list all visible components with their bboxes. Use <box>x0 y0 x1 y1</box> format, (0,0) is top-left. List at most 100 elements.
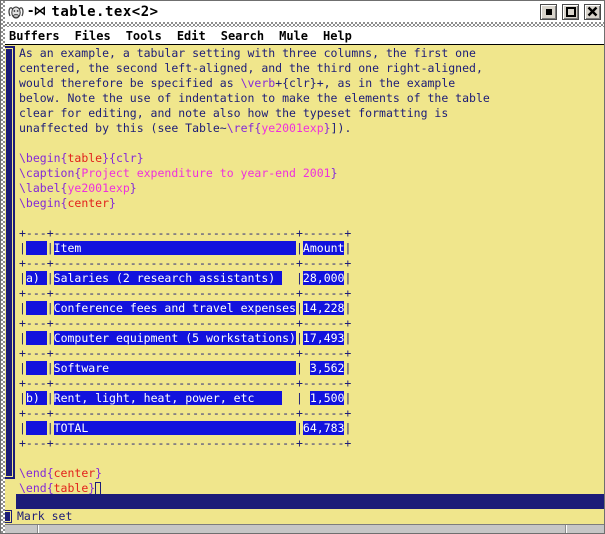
text-segment: | <box>19 331 26 345</box>
text-segment: would therefore be specified as <box>19 76 241 90</box>
minibuffer[interactable]: Mark set <box>1 509 604 524</box>
text-segment: } <box>88 481 95 494</box>
buffer-line: below. Note the use of indentation to ma… <box>19 91 604 106</box>
title-bar[interactable]: -⋈ table.tex<2> <box>1 1 604 22</box>
text-segment <box>26 421 47 435</box>
text-segment: | <box>47 301 54 315</box>
text-segment: Rent, light, heat, power, etc <box>54 391 282 405</box>
buffer-line: As an example, a tabular setting with th… <box>19 46 604 61</box>
text-segment: center <box>67 196 109 210</box>
buffer-line: |a) |Salaries (2 research assistants) |2… <box>19 271 604 286</box>
buffer-line: +---+-----------------------------------… <box>19 226 604 241</box>
buffer-line: | |Item |Amount| <box>19 241 604 256</box>
text-segment: } <box>109 196 116 210</box>
text-segment: 64,783 <box>303 421 345 435</box>
minimize-icon <box>546 9 552 15</box>
minimize-button[interactable] <box>540 4 557 20</box>
window-left-border <box>1 1 5 533</box>
minibuffer-message: Mark set <box>17 509 72 524</box>
text-segment: } <box>95 466 102 480</box>
text-segment: | <box>47 361 54 375</box>
text-segment: | <box>47 421 54 435</box>
text-segment: \end{ <box>19 481 54 494</box>
maximize-icon <box>566 7 576 17</box>
menu-item-help[interactable]: Help <box>323 29 352 43</box>
buffer-line: unaffected by this (see Table~\ref{ye200… <box>19 121 604 136</box>
menu-item-search[interactable]: Search <box>221 29 264 43</box>
buffer-line: centered, the second left-aligned, and t… <box>19 61 604 76</box>
text-segment: Salaries (2 research assistants) <box>54 271 282 285</box>
text-segment: | <box>344 421 351 435</box>
text-segment: centered, the second left-aligned, and t… <box>19 61 483 75</box>
close-button[interactable] <box>584 4 601 20</box>
menu-bar: Buffers Files Tools Edit Search Mule Help <box>1 27 604 45</box>
text-segment: table <box>67 151 102 165</box>
text-segment: +---+-----------------------------------… <box>19 286 351 300</box>
text-segment: +---+-----------------------------------… <box>19 406 351 420</box>
text-segment: +---+-----------------------------------… <box>19 436 351 450</box>
text-segment: } <box>130 181 137 195</box>
resize-handle-divider <box>37 525 39 533</box>
text-segment: below. Note the use of indentation to ma… <box>19 91 490 105</box>
text-segment: | <box>19 301 26 315</box>
menu-item-files[interactable]: Files <box>75 29 111 43</box>
text-segment: | <box>282 391 310 405</box>
text-segment: | <box>296 301 303 315</box>
window-bottom-border <box>1 524 604 533</box>
text-segment: | <box>47 241 54 255</box>
text-segment: | <box>47 271 54 285</box>
text-segment: | <box>19 271 26 285</box>
buffer-line: \end{table} <box>19 481 604 494</box>
buffer-text[interactable]: As an example, a tabular setting with th… <box>16 45 604 494</box>
text-segment: } <box>331 166 338 180</box>
text-segment: 28,000 <box>303 271 345 285</box>
buffer-line: +---+-----------------------------------… <box>19 286 604 301</box>
buffer-line <box>19 451 604 466</box>
text-segment: Amount <box>303 241 345 255</box>
buffer-line: | |Computer equipment (5 workstations)|1… <box>19 331 604 346</box>
buffer-line: \caption{Project expenditure to year-end… <box>19 166 604 181</box>
text-segment: Software <box>54 361 296 375</box>
buffer-line: \label{ye2001exp} <box>19 181 604 196</box>
buffer-line: | |Conference fees and travel expenses|1… <box>19 301 604 316</box>
text-segment: | <box>47 391 54 405</box>
buffer-line: +---+-----------------------------------… <box>19 406 604 421</box>
menu-item-mule[interactable]: Mule <box>279 29 308 43</box>
text-segment: +---+-----------------------------------… <box>19 226 351 240</box>
text-segment: | <box>344 361 351 375</box>
text-segment: | <box>282 271 303 285</box>
text-segment: TOTAL <box>54 421 296 435</box>
menu-item-tools[interactable]: Tools <box>126 29 162 43</box>
text-segment: 14,228 <box>303 301 345 315</box>
text-segment: +---+-----------------------------------… <box>19 256 351 270</box>
text-segment: \label{ <box>19 181 67 195</box>
mode-line: --:** table.tex<2> (Text Fill)--L30--All… <box>16 494 604 509</box>
close-icon <box>587 6 598 17</box>
text-segment <box>26 241 47 255</box>
text-segment: | <box>344 301 351 315</box>
text-segment: As an example, a tabular setting with th… <box>19 46 476 60</box>
buffer-line: +---+-----------------------------------… <box>19 436 604 451</box>
buffer-line: +---+-----------------------------------… <box>19 316 604 331</box>
buffer-line: \begin{center} <box>19 196 604 211</box>
text-segment: | <box>19 241 26 255</box>
text-segment: +{clr}+, as in the example <box>275 76 455 90</box>
buffer-line <box>19 136 604 151</box>
buffer-line: | |TOTAL |64,783| <box>19 421 604 436</box>
text-segment: Item <box>54 241 296 255</box>
text-segment: | <box>344 391 351 405</box>
resize-handle-divider <box>565 525 567 533</box>
text-segment: | <box>344 331 351 345</box>
text-segment: +---+-----------------------------------… <box>19 376 351 390</box>
text-segment: Computer equipment (5 workstations) <box>54 331 296 345</box>
text-segment: Conference fees and travel expenses <box>54 301 296 315</box>
menu-item-edit[interactable]: Edit <box>177 29 206 43</box>
maximize-button[interactable] <box>562 4 579 20</box>
text-segment: }{clr} <box>102 151 144 165</box>
window-title: table.tex<2> <box>51 4 158 20</box>
menu-item-buffers[interactable]: Buffers <box>9 29 60 43</box>
text-segment: | <box>19 391 26 405</box>
text-segment: 3,562 <box>310 361 345 375</box>
buffer-line: \begin{table}{clr} <box>19 151 604 166</box>
buffer-line: clear for editing, and note also how the… <box>19 106 604 121</box>
